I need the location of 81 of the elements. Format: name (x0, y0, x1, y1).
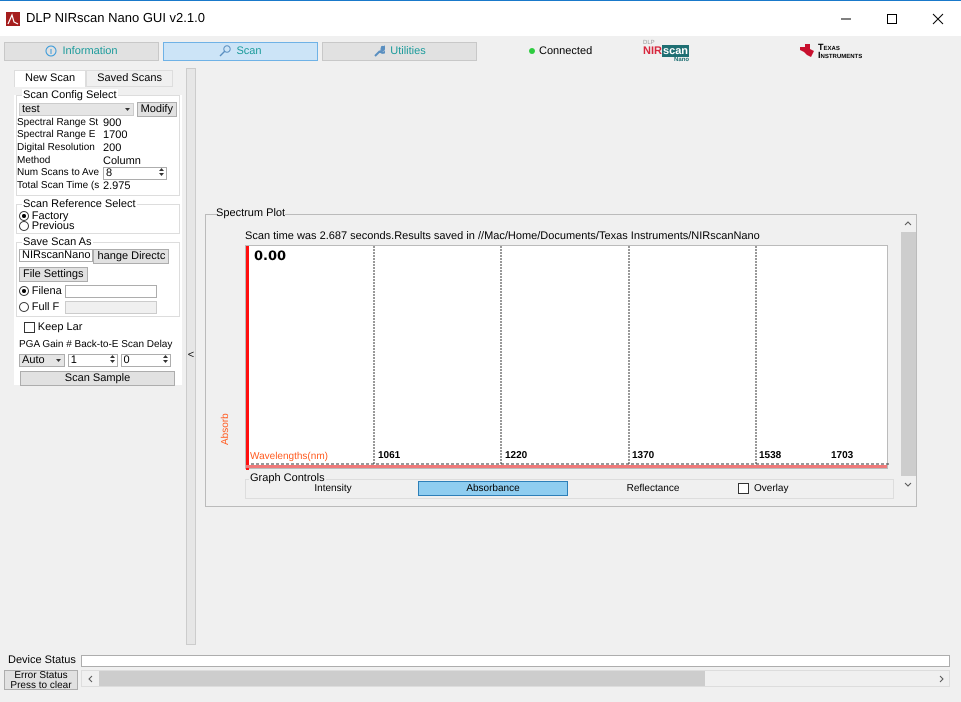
tab[interactable]: New Scan (14, 70, 86, 87)
option-label: Previous (32, 220, 75, 231)
mode-button[interactable]: Absorbance (418, 481, 568, 496)
caret-icon (124, 106, 131, 112)
scroll-up-icon (904, 221, 912, 226)
scroll-left-icon (88, 674, 93, 682)
group-title: Graph Controls (249, 472, 326, 484)
config-dropdown[interactable]: test (19, 102, 134, 116)
text-field[interactable] (64, 284, 156, 298)
collapse-toggle[interactable]: < (188, 349, 194, 362)
checkbox-label: Keep Lar (38, 320, 82, 334)
radio-button[interactable] (19, 210, 29, 221)
group-title: Save Scan As (22, 236, 92, 248)
info-icon (45, 45, 58, 57)
text-field[interactable] (64, 300, 156, 314)
field-label: Spectral Range E (17, 129, 96, 142)
status-label: Device Status (8, 654, 77, 667)
company-logo-text: Texas Instruments (818, 42, 862, 60)
x-axis-label: Wavelengths(nm) (250, 450, 328, 462)
spin-box[interactable]: 8 (103, 167, 167, 180)
checkbox-label: Overlay (754, 482, 788, 494)
caret-icon (55, 358, 62, 363)
field-label: # Back-to-E (66, 339, 118, 351)
radio-button[interactable] (19, 220, 29, 231)
spin-arrows-icon (162, 354, 168, 363)
spin-arrows-icon (159, 168, 164, 176)
spin-box[interactable]: 0 (120, 354, 170, 367)
texas-map-icon (799, 44, 816, 58)
axis-tick-label: 0.00 (254, 250, 286, 265)
scroll-thumb[interactable] (99, 671, 705, 686)
gain-dropdown[interactable]: Auto (19, 354, 65, 367)
scan-sample-button[interactable]: Scan Sample (20, 370, 175, 386)
app-icon (6, 12, 20, 26)
group-title: Scan Config Select (22, 88, 118, 102)
field-label: Num Scans to Ave (17, 167, 100, 180)
y-axis-label: Absorb (220, 412, 232, 445)
option-label: Factory (32, 210, 68, 221)
field-value: 900 (103, 116, 122, 130)
axis-tick-label: 1220 (505, 450, 528, 462)
field-label: Scan Delay (121, 339, 172, 351)
scroll-down-icon (904, 482, 912, 487)
radio-button[interactable] (19, 302, 29, 312)
file-name-field[interactable]: NIRscanNano (19, 248, 94, 262)
field-value: Column (103, 154, 141, 168)
option-label: Full F (32, 301, 60, 314)
field-value: 200 (103, 142, 122, 155)
scan-message: Scan time was 2.687 seconds.Results saved in //Mac/Home/Documents/Texas Instruments/NIRscanNano (245, 230, 761, 243)
field-label: Method (17, 154, 52, 168)
axis-tick-label: 1538 (759, 450, 782, 462)
group-title: Spectrum Plot (216, 207, 286, 220)
axis-tick-label: 1370 (632, 450, 654, 462)
tab[interactable]: Saved Scans (86, 70, 173, 87)
axis-tick-label: 1061 (378, 450, 400, 462)
radio-button[interactable] (19, 286, 29, 296)
field-label: Total Scan Time (s (17, 180, 100, 193)
checkbox[interactable] (738, 483, 749, 494)
change-directory-button[interactable]: hange Directc (93, 248, 170, 264)
field-label: Digital Resolution (17, 142, 96, 155)
window-title: DLP NIRscan Nano GUI v2.1.0 (26, 11, 205, 26)
spin-arrows-icon (110, 354, 115, 363)
error-status-button[interactable]: Error Status Press to clear (4, 670, 78, 690)
option-label: Filena (32, 285, 62, 298)
axis-tick-label: 1703 (831, 450, 854, 462)
modify-button[interactable]: Modify (136, 102, 177, 117)
checkbox[interactable] (24, 322, 35, 333)
group-title: Scan Reference Select (22, 198, 137, 210)
horizontal-scrollbar[interactable] (81, 670, 950, 687)
mode-button[interactable]: Reflectance (578, 481, 728, 496)
file-settings-button[interactable]: File Settings (19, 266, 88, 282)
wrench-icon (373, 45, 386, 57)
scroll-right-icon (939, 674, 944, 682)
field-label: Spectral Range St (17, 116, 100, 130)
search-icon (219, 45, 232, 57)
connection-status: Connected (539, 44, 592, 58)
maximize-icon[interactable] (886, 12, 898, 24)
scroll-thumb[interactable] (900, 232, 916, 476)
spin-box[interactable]: 1 (68, 354, 118, 367)
field-label: PGA Gain (19, 339, 64, 351)
close-icon[interactable] (932, 12, 944, 24)
field-value: 1700 (103, 129, 128, 142)
field-value: 2.975 (103, 180, 131, 193)
